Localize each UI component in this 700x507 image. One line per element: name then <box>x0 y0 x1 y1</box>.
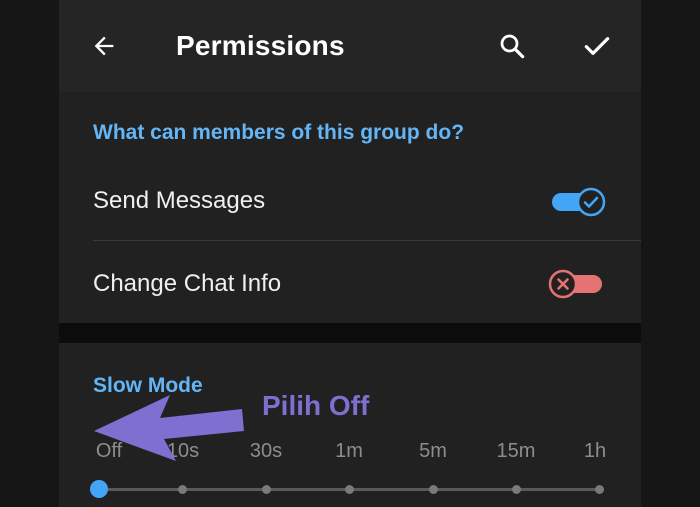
done-button[interactable] <box>575 24 619 68</box>
slider-step-dot[interactable] <box>595 485 604 494</box>
slider-step-dot[interactable] <box>429 485 438 494</box>
slider-step-dot[interactable] <box>512 485 521 494</box>
slow-mode-option-5m[interactable]: 5m <box>403 440 463 463</box>
change-chat-info-toggle[interactable] <box>546 268 604 300</box>
slider-step-dot[interactable] <box>345 485 354 494</box>
permission-label: Send Messages <box>93 187 266 214</box>
search-icon <box>500 34 525 59</box>
send-messages-toggle[interactable] <box>550 186 608 218</box>
permissions-section-title: What can members of this group do? <box>93 121 465 144</box>
check-icon <box>584 37 610 55</box>
slow-mode-option-1h[interactable]: 1h <box>565 440 625 463</box>
back-button[interactable] <box>82 24 126 68</box>
arrow-back-icon <box>94 36 114 56</box>
search-button[interactable] <box>490 24 534 68</box>
page-title: Permissions <box>176 30 345 61</box>
row-divider <box>93 240 641 241</box>
annotation-text: Pilih Off <box>262 390 370 421</box>
slider-step-dot[interactable] <box>178 485 187 494</box>
slider-step-dot[interactable] <box>262 485 271 494</box>
slow-mode-option-15m[interactable]: 15m <box>486 440 546 463</box>
permission-label: Change Chat Info <box>93 270 282 297</box>
section-separator <box>59 323 641 343</box>
annotation-arrow-icon <box>94 395 244 461</box>
top-app-bar <box>59 0 641 92</box>
slow-mode-slider-knob[interactable] <box>90 480 108 498</box>
slow-mode-option-1m[interactable]: 1m <box>319 440 379 463</box>
